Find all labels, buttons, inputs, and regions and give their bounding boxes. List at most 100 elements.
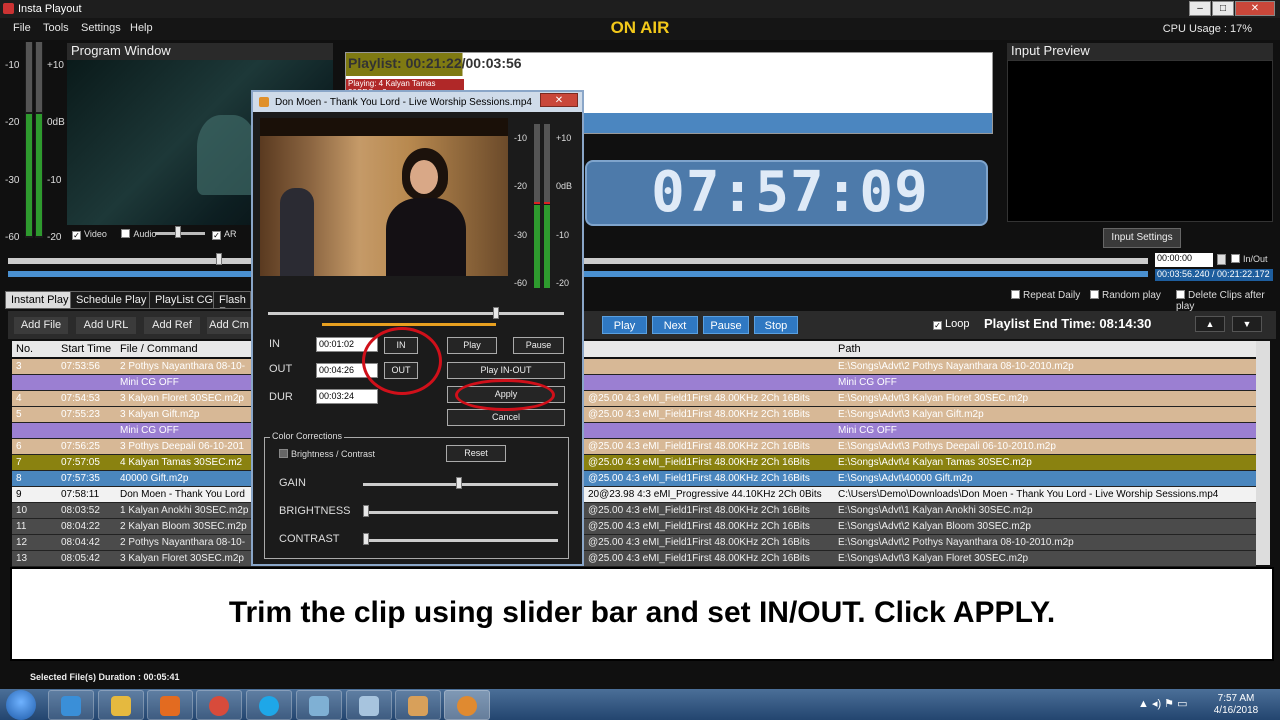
table-row[interactable]: 4 07:54:53 3 Kalyan Floret 30SEC.m2p @25.00… [12,391,1256,407]
tab-flash[interactable]: Flash F [213,291,251,309]
brightness-contrast-checkbox[interactable] [279,449,288,458]
spinner[interactable] [1217,254,1226,265]
cancel-button[interactable]: Cancel [447,409,565,426]
row-format-info: @25.00 4:3 eMI_Field1First 48.00KHz 2Ch … [588,505,810,516]
row-format-info: @25.00 4:3 eMI_Field1First 48.00KHz 2Ch … [588,537,810,548]
table-row[interactable]: 7 07:57:05 4 Kalyan Tamas 30SEC.m2 @25.00 4… [12,455,1256,471]
meter-label: -20 [5,117,20,128]
repeat-daily-checkbox[interactable] [1011,290,1020,299]
taskbar-ie[interactable] [48,690,94,720]
dialog-close-button[interactable]: ✕ [540,93,578,107]
volume-thumb[interactable] [175,226,181,238]
table-row[interactable]: Mini CG OFF Mini CG OFF [12,423,1256,439]
table-row[interactable]: Mini CG OFF Mini CG OFF [12,375,1256,391]
contrast-label: CONTRAST [279,533,340,545]
maximize-button[interactable]: □ [1212,1,1234,16]
add-url-button[interactable]: Add URL [76,317,136,334]
row-file: 2 Pothys Nayanthara 08-10- [120,361,246,372]
dur-timecode-field[interactable]: 00:03:24 [316,389,378,404]
taskbar-media[interactable] [147,690,193,720]
table-row[interactable]: 8 07:57:35 40000 Gift.m2p @25.00 4:3 eMI_Fi… [12,471,1256,487]
table-row[interactable]: 13 08:05:42 3 Kalyan Floret 30SEC.m2p @25.0… [12,551,1256,567]
clip-play-button[interactable]: Play [447,337,497,354]
taskbar-window[interactable] [296,690,342,720]
taskbar-chrome[interactable] [196,690,242,720]
table-row[interactable]: 6 07:56:25 3 Pothys Deepali 06-10-201 @25.0… [12,439,1256,455]
brightness-slider-thumb[interactable] [363,505,369,517]
table-scrollbar[interactable] [1256,341,1270,565]
menu-tools[interactable]: Tools [43,22,69,34]
contrast-slider[interactable] [363,539,558,542]
reset-button[interactable]: Reset [446,445,506,462]
random-play-checkbox[interactable] [1090,290,1099,299]
cpu-usage: CPU Usage : 17% [1162,23,1252,35]
row-number: 12 [16,537,28,548]
delete-clips-checkbox[interactable] [1176,290,1185,299]
pause-button[interactable]: Pause [703,316,749,334]
gain-slider-thumb[interactable] [456,477,462,489]
row-file: 3 Kalyan Floret 30SEC.m2p [120,553,244,564]
in-out-checkbox[interactable] [1231,254,1240,263]
row-number: 3 [16,361,22,372]
table-row[interactable]: 11 08:04:22 2 Kalyan Bloom 30SEC.m2p @25.00… [12,519,1256,535]
row-format-info: @25.00 4:3 eMI_Field1First 48.00KHz 2Ch … [588,457,810,468]
taskbar-insta-playout[interactable] [444,690,490,720]
row-number: 4 [16,393,22,404]
ar-checkbox[interactable]: ✓ [212,231,221,240]
add-cmd-button[interactable]: Add Cm [207,317,251,334]
table-row[interactable]: 12 08:04:42 2 Pothys Nayanthara 08-10- @25.… [12,535,1256,551]
taskbar-explorer[interactable] [98,690,144,720]
audio-checkbox[interactable] [121,229,131,238]
row-number: 8 [16,473,22,484]
row-path: E:\Songs\Advt\3 Kalyan Floret 30SEC.m2p [838,393,1029,404]
row-number: 7 [16,457,22,468]
close-button[interactable]: ✕ [1235,1,1275,16]
tab-playlist-cg[interactable]: PlayList CG [149,291,220,309]
tray-clock[interactable]: 7:57 AM 4/16/2018 [1206,693,1266,717]
taskbar-calculator[interactable] [346,690,392,720]
table-row[interactable]: 5 07:55:23 3 Kalyan Gift.m2p @25.00 4:3 eMI… [12,407,1256,423]
taskbar-paint[interactable] [395,690,441,720]
row-number: 13 [16,553,28,564]
tab-schedule-play[interactable]: Schedule Play [70,291,153,309]
taskbar-skype[interactable] [246,690,292,720]
media-file-icon [259,97,269,107]
move-up-button[interactable]: ▲ [1195,316,1225,332]
clip-preview-video [260,118,508,276]
timecode-field[interactable]: 00:00:00 [1155,253,1213,267]
table-row[interactable]: 3 07:53:56 2 Pothys Nayanthara 08-10- E:\So… [12,359,1256,375]
table-row[interactable]: 9 07:58:11 Don Moen - Thank You Lord 20@23.… [12,487,1256,503]
trim-slider[interactable] [268,312,564,315]
column-path[interactable]: Path [838,343,861,355]
contrast-slider-thumb[interactable] [363,533,369,545]
column-no[interactable]: No. [16,343,33,355]
media-player-icon [160,696,180,716]
play-button[interactable]: Play [602,316,647,334]
add-ref-button[interactable]: Add Ref [144,317,200,334]
tab-instant-play[interactable]: Instant Play [5,291,75,309]
add-file-button[interactable]: Add File [14,317,68,334]
next-button[interactable]: Next [652,316,698,334]
input-settings-button[interactable]: Input Settings [1103,228,1181,248]
video-checkbox[interactable]: ✓ [72,231,81,240]
clip-pause-button[interactable]: Pause [513,337,564,354]
tray-icons[interactable]: ▲ ◂) ⚑ ▭ [1138,697,1188,710]
start-button[interactable] [6,690,36,720]
minimize-button[interactable]: – [1189,1,1211,16]
move-down-button[interactable]: ▼ [1232,316,1262,332]
row-number: 11 [16,521,27,532]
menu-settings[interactable]: Settings [81,22,121,34]
table-row[interactable]: 10 08:03:52 1 Kalyan Anokhi 30SEC.m2p @25.0… [12,503,1256,519]
trim-slider-thumb[interactable] [493,307,499,319]
menu-help[interactable]: Help [130,22,153,34]
table-header [12,341,1256,357]
stop-button[interactable]: Stop [754,316,798,334]
loop-checkbox[interactable]: ✓ [933,321,942,330]
column-file[interactable]: File / Command [120,343,198,355]
meter-label: 0dB [556,181,573,191]
menu-file[interactable]: File [13,22,31,34]
seek-thumb[interactable] [216,253,222,265]
column-start-time[interactable]: Start Time [61,343,111,355]
brightness-slider[interactable] [363,511,558,514]
play-in-out-button[interactable]: Play IN-OUT [447,362,565,379]
